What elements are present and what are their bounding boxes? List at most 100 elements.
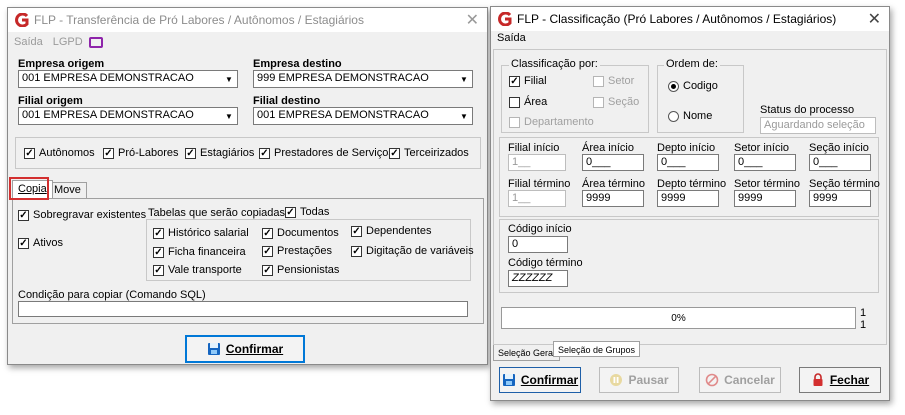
secao-inicio-input[interactable]: 0___ [809,154,871,171]
transfer-titlebar[interactable]: FLP - Transferência de Pró Labores / Aut… [8,8,487,32]
class-label: Setor [608,75,635,87]
menu-saida[interactable]: Saída [14,36,43,48]
depto-inicio-input[interactable]: 0___ [657,154,719,171]
class-departamento-checkbox[interactable]: Departamento [509,116,594,128]
pause-icon [609,373,623,387]
class-setor-checkbox[interactable]: Setor [593,75,634,87]
confirm-button[interactable]: Confirmar [185,335,305,363]
setor-termino-input[interactable]: 9999 [734,190,796,207]
table-pensionistas-checkbox[interactable]: ✓ Pensionistas [262,264,339,276]
classificacao-label: Classificação por: [509,58,600,70]
ativos-checkbox[interactable]: ✓ Ativos [18,237,63,249]
table-label: Dependentes [366,225,432,237]
type-estagiarios-checkbox[interactable]: ✓ Estagiários [185,147,254,159]
fechar-button[interactable]: Fechar [799,367,881,393]
setor-inicio-input[interactable]: 0___ [734,154,796,171]
ordem-group [657,65,744,133]
type-label: Estagiários [200,147,255,159]
monitor-icon[interactable] [88,36,103,48]
class-secao-checkbox[interactable]: Seção [593,96,639,108]
ordem-label-text: Codigo [683,80,718,92]
chevron-down-icon[interactable]: ▼ [221,71,237,87]
filial-inicio-input[interactable]: 1__ [508,154,566,171]
app-logo-icon [14,12,29,28]
type-label: Terceirizados [404,147,469,159]
codigo-inicio-input[interactable]: 0 [508,236,568,253]
confirm-label: Confirmar [225,342,284,356]
confirmar-button[interactable]: Confirmar [499,367,581,393]
filial-origem-label: Filial origem [18,95,83,107]
tabelas-label: Tabelas que serão copiadas: [148,207,289,219]
filial-destino-label: Filial destino [253,95,321,107]
table-documentos-checkbox[interactable]: ✓ Documentos [262,227,339,239]
ordem-codigo-radio[interactable]: Codigo [668,80,718,92]
filial-termino-input[interactable]: 1__ [508,190,566,207]
range-secao-inicio-label: Seção início [809,142,869,154]
table-label: Histórico salarial [168,227,249,239]
sql-label: Condição para copiar (Comando SQL) [18,289,206,301]
menu-bar: Saída [491,29,889,47]
area-inicio-input[interactable]: 0___ [582,154,644,171]
close-icon[interactable]: ✕ [466,10,479,30]
sobregravar-checkbox[interactable]: ✓ Sobregravar existentes [18,209,146,221]
tab-selecao-geral[interactable]: Seleção Geral [493,345,561,361]
chevron-down-icon[interactable]: ▼ [221,108,237,124]
classificacao-titlebar[interactable]: FLP - Classificação (Pró Labores / Autôn… [491,7,889,31]
chevron-down-icon[interactable]: ▼ [456,108,472,124]
table-dependentes-checkbox[interactable]: ✓ Dependentes [351,225,431,237]
classificacao-window: FLP - Classificação (Pró Labores / Autôn… [490,6,890,401]
filial-origem-value: 001 EMPRESA DEMONSTRACAO [22,109,194,121]
secao-termino-input[interactable]: 9999 [809,190,871,207]
filial-destino-select[interactable]: 001 EMPRESA DEMONSTRACAO ▼ [253,107,473,125]
area-termino-input[interactable]: 9999 [582,190,644,207]
type-prolabores-checkbox[interactable]: ✓ Pró-Labores [103,147,179,159]
range-filial-inicio-label: Filial início [508,142,560,154]
tab-move[interactable]: Move [48,182,87,198]
table-label: Documentos [277,227,339,239]
sobregravar-label: Sobregravar existentes [33,209,147,221]
type-prestadores-checkbox[interactable]: ✓ Prestadores de Serviços [259,147,394,159]
type-label: Autônomos [39,147,95,159]
table-vale-checkbox[interactable]: ✓ Vale transporte [153,264,242,276]
range-setor-inicio-label: Setor início [734,142,790,154]
pausar-button[interactable]: Pausar [599,367,679,393]
class-label: Seção [608,96,640,108]
table-prestacoes-checkbox[interactable]: ✓ Prestações [262,245,332,257]
filial-destino-value: 001 EMPRESA DEMONSTRACAO [257,109,429,121]
menu-saida[interactable]: Saída [497,32,526,44]
progress-count-bottom: 1 [860,319,867,331]
save-icon [502,373,516,387]
empresa-destino-value: 999 EMPRESA DEMONSTRACAO [257,72,429,84]
range-area-inicio-label: Área início [582,142,634,154]
class-area-checkbox[interactable]: Área [509,96,547,108]
chevron-down-icon[interactable]: ▼ [456,71,472,87]
empresa-origem-select[interactable]: 001 EMPRESA DEMONSTRACAO ▼ [18,70,238,88]
table-historico-checkbox[interactable]: ✓ Histórico salarial [153,227,249,239]
cancelar-label: Cancelar [724,373,775,387]
menu-lgpd[interactable]: LGPD [53,36,83,48]
table-ficha-checkbox[interactable]: ✓ Ficha financeira [153,246,246,258]
type-autonomos-checkbox[interactable]: ✓ Autônomos [24,147,95,159]
codigo-inicio-label: Código início [508,223,572,235]
ordem-nome-radio[interactable]: Nome [668,110,712,122]
class-label: Área [524,96,548,108]
menu-bar: Saída LGPD [8,32,487,52]
cancelar-button[interactable]: Cancelar [699,367,781,393]
class-filial-checkbox[interactable]: ✓ Filial [509,75,547,87]
type-label: Pró-Labores [118,147,179,159]
tab-highlight [9,177,49,200]
table-digitacao-checkbox[interactable]: ✓ Digitação de variáveis [351,245,474,257]
todas-checkbox[interactable]: ✓ Todas [285,206,329,218]
range-depto-termino-label: Depto término [657,178,727,190]
table-label: Pensionistas [277,264,340,276]
codigo-termino-input[interactable]: ZZZZZZ [508,270,568,287]
sql-input[interactable] [18,301,468,317]
depto-termino-input[interactable]: 9999 [657,190,719,207]
app-logo-icon [497,11,512,27]
close-icon[interactable]: ✕ [868,9,881,29]
empresa-destino-select[interactable]: 999 EMPRESA DEMONSTRACAO ▼ [253,70,473,88]
filial-origem-select[interactable]: 001 EMPRESA DEMONSTRACAO ▼ [18,107,238,125]
type-terceirizados-checkbox[interactable]: ✓ Terceirizados [389,147,469,159]
empresa-destino-label: Empresa destino [253,58,342,70]
tab-selecao-grupos[interactable]: Seleção de Grupos [553,341,641,357]
